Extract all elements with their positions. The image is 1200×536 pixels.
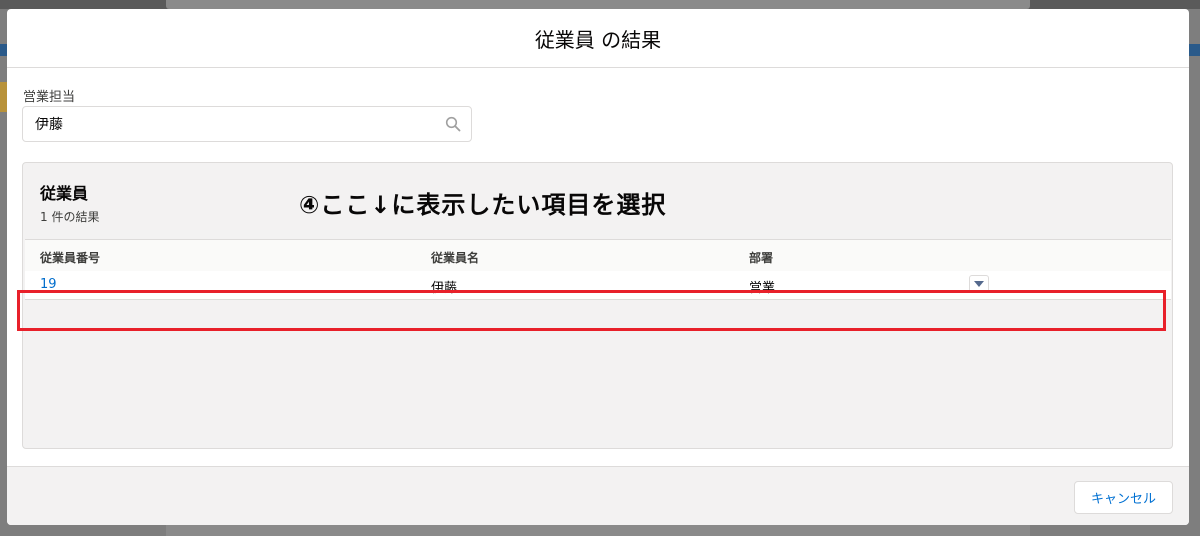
chevron-down-icon — [974, 281, 984, 287]
backdrop-tab — [0, 82, 7, 112]
modal-title: 従業員 の結果 — [534, 27, 662, 52]
modal-header: 従業員 の結果 — [7, 9, 1189, 68]
results-panel: 従業員 1 件の結果 ④ここ↓に表示したい項目を選択 従業員番号 従業員名 部署… — [22, 162, 1173, 449]
row-actions-button[interactable] — [969, 275, 989, 293]
employee-number-link[interactable]: 19 — [40, 277, 57, 292]
employee-name-cell: 伊藤 — [431, 281, 458, 296]
table-row[interactable]: 19 伊藤 営業 — [25, 271, 1171, 300]
results-count: 1 件の結果 — [40, 210, 100, 224]
table-header-row: 従業員番号 従業員名 部署 — [25, 240, 1171, 272]
cancel-button[interactable]: キャンセル — [1073, 481, 1173, 514]
column-header-department[interactable]: 部署 — [749, 249, 773, 266]
search-box[interactable] — [22, 106, 472, 142]
column-header-name[interactable]: 従業員名 — [431, 249, 479, 266]
results-title: 従業員 — [40, 184, 89, 203]
backdrop-card — [166, 0, 1030, 9]
search-input[interactable] — [35, 107, 435, 141]
modal-footer: キャンセル — [7, 466, 1189, 525]
department-cell: 営業 — [749, 281, 776, 296]
backdrop-nav-bar-right — [1188, 44, 1200, 56]
results-table: 従業員番号 従業員名 部署 19 伊藤 営業 — [25, 239, 1171, 300]
results-modal: 従業員 の結果 営業担当 従業員 1 件の結果 ④ここ↓に表示したい項目を選択 … — [7, 9, 1189, 525]
modal-body: 営業担当 従業員 1 件の結果 ④ここ↓に表示したい項目を選択 従業員番号 従業… — [7, 68, 1189, 466]
search-field-label: 営業担当 — [23, 90, 76, 105]
annotation-text: ④ここ↓に表示したい項目を選択 — [299, 191, 667, 219]
column-header-number[interactable]: 従業員番号 — [40, 249, 100, 266]
search-icon[interactable] — [445, 116, 461, 132]
backdrop-nav-bar — [0, 44, 7, 56]
backdrop-card-bottom — [166, 525, 1030, 536]
